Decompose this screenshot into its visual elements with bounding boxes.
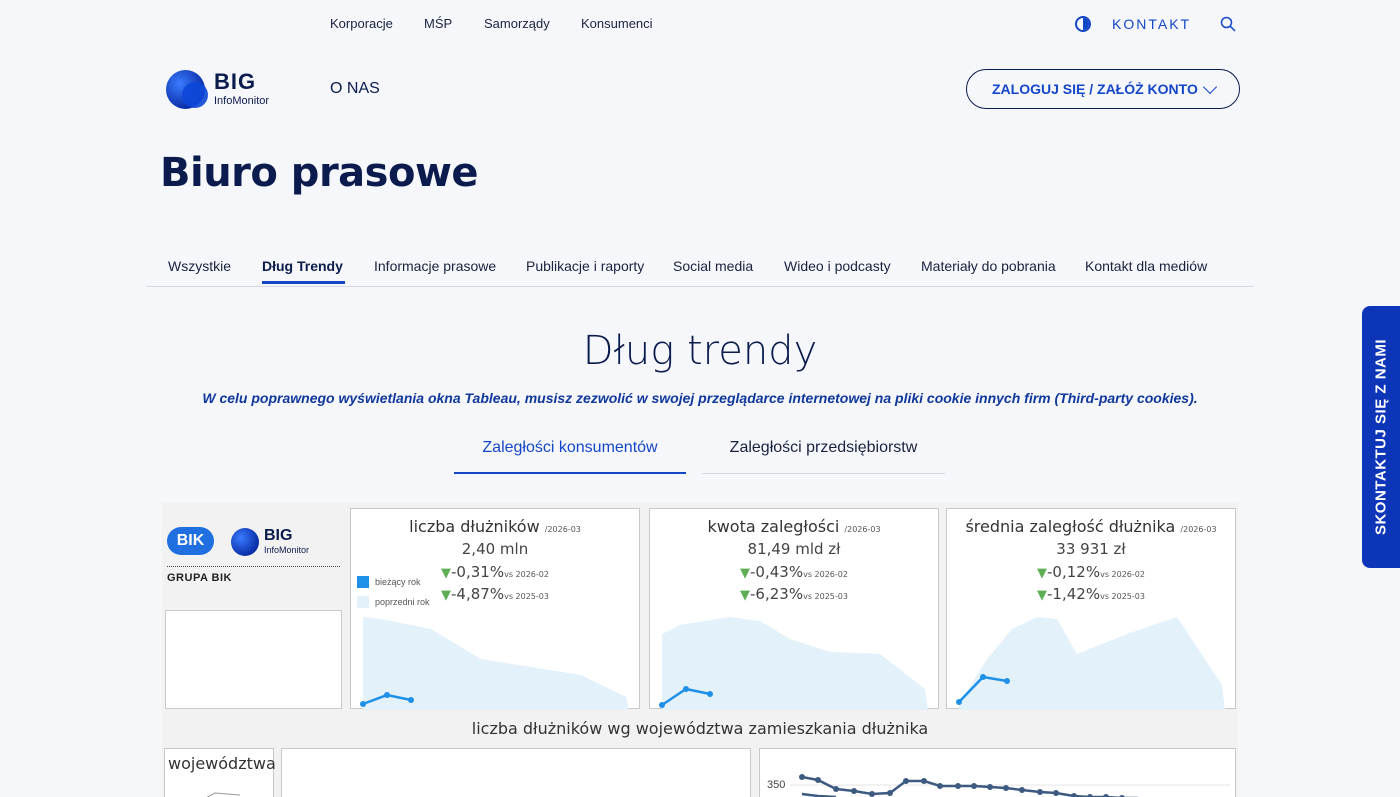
- section-title: Dług trendy: [582, 328, 818, 374]
- tab-informacje-prasowe[interactable]: Informacje prasowe: [374, 258, 496, 274]
- kpi-change-value: -0,31%: [451, 563, 505, 581]
- tab-wideo-podcasty[interactable]: Wideo i podcasty: [784, 258, 891, 274]
- dashboard-logos: BIK BIG InfoMonitor GRUPA BIK: [162, 503, 346, 603]
- voivodeship-chart-title: liczba dłużników wg województwa zamieszk…: [471, 719, 929, 738]
- kpi-card-average[interactable]: średnia zaległość dłużnika /2026-03 33 9…: [946, 508, 1236, 710]
- kpi-value: 33 931 zł: [1056, 540, 1126, 558]
- kpi-title-text: kwota zaległości: [707, 517, 840, 536]
- tab-materialy[interactable]: Materiały do pobrania: [921, 258, 1056, 274]
- filter-panel[interactable]: [165, 610, 342, 709]
- subtabs: Zaległości konsumentów Zaległości przeds…: [0, 438, 1400, 478]
- kpi-vs: vs 2026-02: [504, 570, 549, 579]
- contrast-icon[interactable]: [1075, 16, 1091, 32]
- down-triangle-icon: ▼: [1037, 588, 1048, 603]
- logo-sub-text: InfoMonitor: [214, 95, 270, 107]
- nav-konsumenci[interactable]: Konsumenci: [581, 16, 653, 31]
- down-triangle-icon: ▼: [740, 588, 751, 603]
- kpi-value: 2,40 mln: [461, 540, 529, 558]
- kpi-change-yoy: ▼-1,42%vs 2025-03: [947, 585, 1235, 603]
- legend-current: bieżący rok: [357, 576, 421, 588]
- nav-msp[interactable]: MŚP: [424, 16, 452, 31]
- kpi-title-text: średnia zaległość dłużnika: [965, 517, 1176, 536]
- tab-dlug-trendy[interactable]: Dług Trendy: [262, 258, 343, 274]
- kpi-title: średnia zaległość dłużnika /2026-03: [947, 517, 1235, 536]
- bik-logo: BIK: [167, 527, 214, 555]
- legend-swatch: [357, 576, 369, 588]
- mini-infomonitor-text: InfoMonitor: [264, 545, 310, 555]
- search-icon[interactable]: [1220, 16, 1236, 32]
- page-title: Biuro prasowe: [160, 150, 479, 196]
- press-tabs: Wszystkie Dług Trendy Informacje prasowe…: [146, 250, 1254, 287]
- kpi-period: /2026-03: [544, 525, 581, 534]
- kpi-vs: vs 2025-03: [504, 592, 549, 601]
- line-series: [790, 774, 1230, 797]
- legend-label: poprzedni rok: [375, 597, 430, 607]
- kpi-value: 81,49 mld zł: [747, 540, 841, 558]
- nav-korporacje[interactable]: Korporacje: [330, 16, 393, 31]
- kpi-period: /2026-03: [844, 525, 881, 534]
- kpi-change-mom: ▼-0,43%vs 2026-02: [650, 563, 938, 581]
- subtab-przedsiebiorstwa[interactable]: Zaległości przedsiębiorstw: [702, 438, 945, 474]
- big-ball-icon: [231, 528, 259, 556]
- top-navigation: Korporacje MŚP Samorządy Konsumenci KONT…: [0, 0, 1400, 48]
- contact-us-label: SKONTAKTUJ SIĘ Z NAMI: [1372, 338, 1390, 536]
- kpi-vs: vs 2025-03: [1100, 592, 1145, 601]
- logo-big-text: BIG: [214, 69, 257, 94]
- kpi-title: kwota zaległości /2026-03: [650, 517, 938, 536]
- tableau-dashboard[interactable]: BIK BIG InfoMonitor GRUPA BIK liczba dłu…: [162, 503, 1238, 797]
- nav-samorzady[interactable]: Samorządy: [484, 16, 550, 31]
- voivodeship-map[interactable]: [281, 748, 751, 797]
- kpi-change-value: -4,87%: [451, 585, 505, 603]
- grupa-bik-label: GRUPA BIK: [167, 572, 232, 584]
- kpi-change-value: -0,12%: [1047, 563, 1101, 581]
- tab-kontakt-media[interactable]: Kontakt dla mediów: [1085, 258, 1207, 274]
- o-nas-link[interactable]: O NAS: [330, 80, 380, 98]
- kpi-title: liczba dłużników /2026-03: [351, 517, 639, 536]
- tab-wszystkie[interactable]: Wszystkie: [168, 258, 231, 274]
- down-triangle-icon: ▼: [1037, 566, 1048, 581]
- down-triangle-icon: ▼: [441, 566, 452, 581]
- kpi-card-debtors[interactable]: liczba dłużników /2026-03 2,40 mln ▼-0,3…: [350, 508, 640, 710]
- tab-publikacje-raporty[interactable]: Publikacje i raporty: [526, 258, 644, 274]
- kpi-card-amount[interactable]: kwota zaległości /2026-03 81,49 mld zł ▼…: [649, 508, 939, 710]
- kpi-change-value: -1,42%: [1047, 585, 1101, 603]
- logo-ball-icon: [166, 70, 208, 109]
- map-outline-icon: [206, 792, 241, 797]
- chevron-down-icon: [1202, 79, 1218, 95]
- contact-us-side-button[interactable]: SKONTAKTUJ SIĘ Z NAMI: [1362, 306, 1400, 568]
- cookie-notice: W celu poprawnego wyświetlania okna Tabl…: [202, 390, 1198, 406]
- legend-previous: poprzedni rok: [357, 596, 430, 608]
- legend-swatch: [357, 596, 369, 608]
- tab-social-media[interactable]: Social media: [673, 258, 753, 274]
- voivodeship-filter[interactable]: województwa: [164, 748, 276, 797]
- dotted-divider: [167, 566, 340, 567]
- kpi-change-mom: ▼-0,12%vs 2026-02: [947, 563, 1235, 581]
- kpi-change-value: -6,23%: [750, 585, 804, 603]
- subtab-konsumenci[interactable]: Zaległości konsumentów: [454, 438, 686, 474]
- kpi-vs: vs 2026-02: [803, 570, 848, 579]
- kpi-change-yoy: ▼-6,23%vs 2025-03: [650, 585, 938, 603]
- legend-label: bieżący rok: [375, 577, 421, 587]
- kontakt-link[interactable]: KONTAKT: [1112, 16, 1191, 32]
- voivodeship-line-chart[interactable]: 350: [759, 748, 1236, 797]
- down-triangle-icon: ▼: [441, 588, 452, 603]
- mini-big-text: BIG: [264, 527, 293, 544]
- kpi-change-value: -0,43%: [750, 563, 804, 581]
- kpi-vs: vs 2025-03: [803, 592, 848, 601]
- login-label: ZALOGUJ SIĘ / ZAŁÓŻ KONTO: [992, 81, 1198, 97]
- kpi-vs: vs 2026-02: [1100, 570, 1145, 579]
- login-register-button[interactable]: ZALOGUJ SIĘ / ZAŁÓŻ KONTO: [966, 69, 1240, 109]
- kpi-period: /2026-03: [1180, 525, 1217, 534]
- active-tab-indicator: [262, 281, 345, 284]
- big-infomonitor-logo[interactable]: BIG InfoMonitor: [166, 69, 286, 109]
- kpi-title-text: liczba dłużników: [409, 517, 540, 536]
- down-triangle-icon: ▼: [740, 566, 751, 581]
